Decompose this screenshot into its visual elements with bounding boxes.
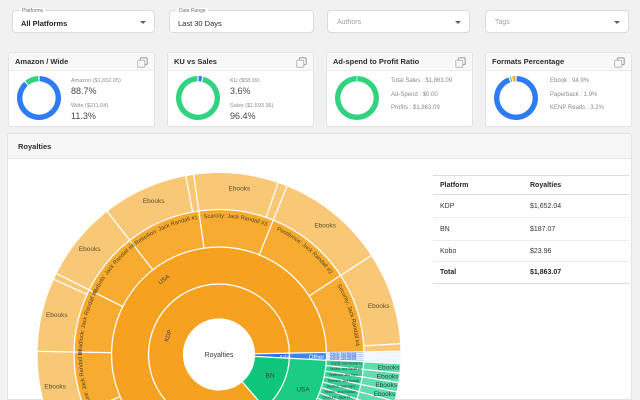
- svg-text:Ebooks: Ebooks: [377, 373, 399, 380]
- svg-text:Ebooks: Ebooks: [44, 383, 66, 390]
- svg-text:Closure: Jack R...: Closure: Jack R...: [323, 395, 354, 400]
- svg-text:Scarcity: Jack Randall: Scarcity: Jack Randall: [330, 357, 356, 361]
- svg-text:Ebooks: Ebooks: [229, 186, 251, 193]
- svg-text:Ebooks: Ebooks: [79, 246, 101, 253]
- svg-text:Security: Jack Randall #4: Security: Jack Randall #4: [330, 366, 362, 371]
- svg-text:Pestilence: Jack Rand...: Pestilence: Jack Rand...: [329, 372, 360, 377]
- svg-text:Ebooks: Ebooks: [143, 198, 165, 205]
- svg-text:Rebellion: Jack Randall: Rebellion: Jack Randall: [328, 378, 359, 383]
- svg-text:Ebooks: Ebooks: [378, 365, 400, 372]
- svg-text:Ebooks: Ebooks: [374, 391, 396, 398]
- svg-text:USA: USA: [296, 387, 310, 394]
- svg-text:Ebooks: Ebooks: [46, 312, 68, 319]
- svg-text:Scarcity: Jack Randall #3: Scarcity: Jack Randall #3: [331, 360, 363, 365]
- svg-text:Royalties: Royalties: [205, 352, 234, 359]
- svg-text:Deadlock: Jack Rand...: Deadlock: Jack Rand...: [326, 383, 357, 388]
- svg-text:Kobo: Kobo: [280, 354, 291, 359]
- svg-text:Rebirth: Jack Randall: Rebirth: Jack Randall: [325, 389, 356, 394]
- svg-text:Other: Other: [309, 354, 325, 361]
- svg-text:Ebooks: Ebooks: [368, 303, 390, 310]
- svg-text:BN: BN: [265, 373, 274, 380]
- svg-text:Ebooks: Ebooks: [314, 223, 336, 230]
- svg-text:Ebooks: Ebooks: [375, 382, 397, 389]
